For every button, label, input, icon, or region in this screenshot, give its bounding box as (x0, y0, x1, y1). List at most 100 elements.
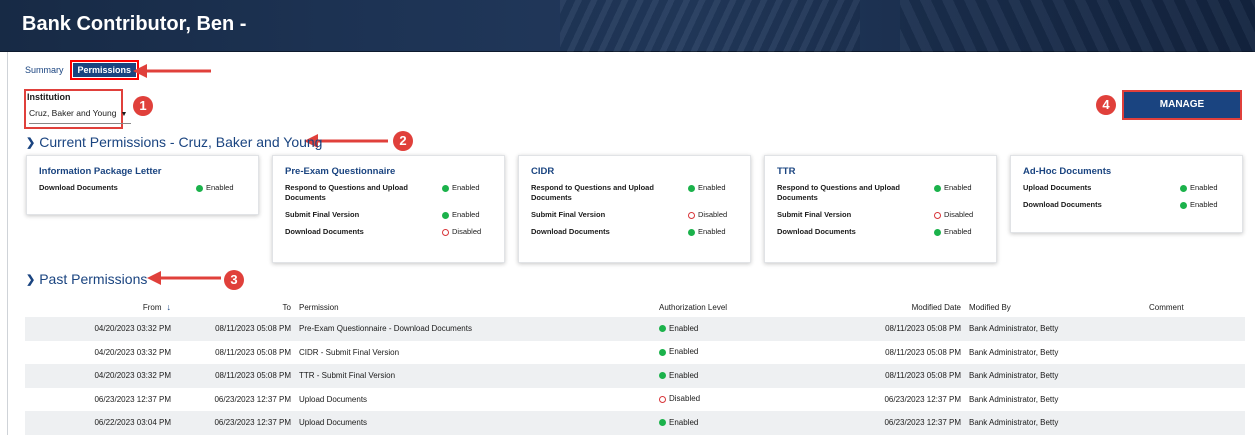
status-text: Disabled (698, 210, 728, 219)
disabled-circle-icon (442, 228, 449, 236)
cell-comment (1145, 388, 1245, 412)
cell-modified-date: 08/11/2023 05:08 PM (815, 364, 965, 388)
permission-card: Information Package Letter Download Docu… (26, 155, 259, 215)
card-title: TTR (777, 166, 796, 177)
status-indicator: Enabled (688, 183, 738, 193)
table-row: 06/23/2023 12:37 PM 06/23/2023 12:37 PM … (25, 388, 1245, 412)
cell-modified-by: Bank Administrator, Betty (965, 364, 1145, 388)
enabled-dot-icon (659, 372, 666, 380)
cell-to: 08/11/2023 05:08 PM (175, 317, 295, 341)
permission-name: Respond to Questions and Upload Document… (777, 183, 900, 202)
cell-from: 06/22/2023 03:04 PM (25, 411, 175, 435)
status-text: Disabled (452, 227, 482, 236)
cell-authorization-level: Enabled (655, 364, 815, 388)
enabled-dot-icon (659, 348, 666, 356)
cell-to: 06/23/2023 12:37 PM (214, 394, 291, 404)
enabled-dot-icon (442, 184, 449, 192)
column-header-authorization-level[interactable]: Authorization Level (655, 297, 815, 317)
status-indicator: Enabled (1180, 183, 1230, 193)
enabled-dot-icon (934, 228, 941, 236)
cell-from: 04/20/2023 03:32 PM (94, 347, 171, 357)
cell-authorization-level: Enabled (655, 411, 815, 435)
column-header-permission[interactable]: Permission (295, 297, 655, 317)
cell-permission: CIDR - Submit Final Version (299, 347, 400, 357)
status-indicator: Enabled (1180, 200, 1230, 210)
callout-badge: 2 (393, 131, 413, 151)
cell-permission: Pre-Exam Questionnaire - Download Docume… (295, 317, 655, 341)
table-row: 04/20/2023 03:32 PM 08/11/2023 05:08 PM … (25, 317, 1245, 341)
status-indicator: Enabled (442, 210, 492, 220)
cell-modified-by: Bank Administrator, Betty (969, 394, 1059, 404)
permission-row: Download Documents Enabled (531, 227, 738, 237)
past-permissions-title: Past Permissions (39, 271, 148, 287)
column-header-comment[interactable]: Comment (1145, 297, 1245, 317)
cell-to: 08/11/2023 05:08 PM (215, 347, 291, 357)
past-permissions-header[interactable]: ❯ Past Permissions (26, 271, 147, 287)
manage-permissions-button[interactable]: MANAGE PERMISSIONS (1122, 90, 1242, 136)
permission-name: Download Documents (1023, 200, 1102, 209)
header-texture (560, 0, 860, 52)
permission-row: Download Documents Disabled (285, 227, 492, 237)
institution-select[interactable]: Cruz, Baker and Young ▼ (29, 108, 132, 124)
page-header: Bank Contributor, Ben - (0, 0, 1255, 52)
tab-bar: Summary Permissions (19, 60, 140, 80)
cell-modified-date: 06/23/2023 12:37 PM (884, 394, 961, 404)
sort-down-arrow-icon[interactable]: ↓ (167, 302, 172, 312)
cell-comment (1145, 364, 1245, 388)
institution-select-value: Cruz, Baker and Young (29, 108, 117, 118)
table-header-row: From ↓ To Permission Authorization Level … (25, 297, 1245, 317)
status-indicator: Enabled (688, 227, 738, 237)
permission-row: Submit Final Version Disabled (531, 210, 738, 220)
permission-name: Upload Documents (1023, 183, 1092, 192)
permission-name: Download Documents (39, 183, 118, 192)
status-indicator: Enabled (442, 183, 492, 193)
status-text: Enabled (206, 183, 234, 192)
disabled-circle-icon (659, 395, 666, 403)
callout-badge: 3 (224, 270, 244, 290)
card-title: Pre-Exam Questionnaire (285, 166, 396, 177)
status-indicator: Enabled (934, 227, 984, 237)
permission-card: TTR Respond to Questions and Upload Docu… (764, 155, 997, 263)
status-text: Enabled (944, 183, 972, 192)
card-title: Information Package Letter (39, 166, 162, 177)
enabled-dot-icon (688, 228, 695, 236)
status-text: Enabled (1190, 183, 1218, 192)
callout-badge: 1 (133, 96, 153, 116)
cell-from: 04/20/2023 03:32 PM (25, 364, 175, 388)
enabled-dot-icon (1180, 184, 1187, 192)
status-indicator: Disabled (688, 210, 738, 220)
cell-authorization-level: Enabled (655, 317, 815, 341)
column-header-modified-date[interactable]: Modified Date (815, 297, 965, 317)
enabled-dot-icon (1180, 201, 1187, 209)
column-header-from[interactable]: From ↓ (25, 297, 175, 317)
cell-modified-date: 08/11/2023 05:08 PM (885, 347, 961, 357)
permission-row: Download Documents Enabled (777, 227, 984, 237)
page-title: Bank Contributor, Ben - (22, 13, 247, 35)
status-indicator: Disabled (934, 210, 984, 220)
callout-arrow (133, 64, 211, 78)
disabled-circle-icon (688, 211, 695, 219)
tab-permissions[interactable]: Permissions (69, 60, 140, 80)
permission-card: CIDR Respond to Questions and Upload Doc… (518, 155, 751, 263)
permission-name: Download Documents (531, 227, 610, 236)
permission-row: Submit Final Version Enabled (285, 210, 492, 220)
current-permissions-header[interactable]: ❯ Current Permissions - Cruz, Baker and … (26, 134, 322, 150)
enabled-dot-icon (934, 184, 941, 192)
column-header-modified-by[interactable]: Modified By (965, 297, 1145, 317)
permission-name: Respond to Questions and Upload Document… (285, 183, 408, 202)
header-texture (900, 0, 1255, 52)
permission-row: Respond to Questions and Upload Document… (285, 183, 492, 203)
status-text: Enabled (452, 210, 480, 219)
permission-name: Submit Final Version (777, 210, 852, 219)
status-text: Enabled (944, 227, 972, 236)
table-row: 04/20/2023 03:32 PM 08/11/2023 05:08 PM … (25, 364, 1245, 388)
table-row: 06/22/2023 03:04 PM 06/23/2023 12:37 PM … (25, 411, 1245, 435)
status-text: Enabled (1190, 200, 1218, 209)
status-indicator: Disabled (442, 227, 492, 237)
permission-row: Submit Final Version Disabled (777, 210, 984, 220)
permission-row: Respond to Questions and Upload Document… (777, 183, 984, 203)
column-header-to[interactable]: To (175, 297, 295, 317)
cell-permission: Upload Documents (299, 394, 368, 404)
cell-modified-by: Bank Administrator, Betty (965, 411, 1145, 435)
tab-summary[interactable]: Summary (19, 62, 70, 78)
